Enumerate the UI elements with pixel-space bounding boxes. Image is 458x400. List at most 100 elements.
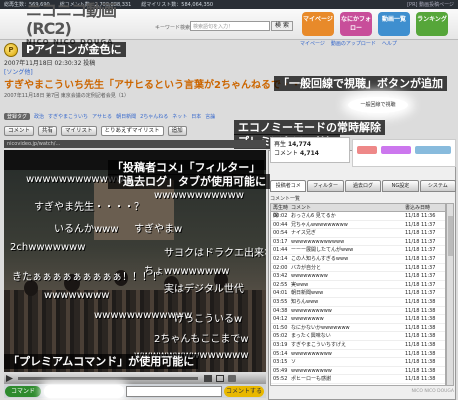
- tag-bar: 登録タグ 政治 すぎやまこういち アサヒる 朝日新聞 2ちゃんねる ネット 日本…: [4, 112, 215, 121]
- panel-tabs: 投稿者コメ フィルター 過去ログ NG設定 システム: [270, 180, 457, 192]
- table-row[interactable]: 00:44 兄ちゃんwwwwwwwww 11/18 11:37: [271, 221, 445, 230]
- views-row: 再生 14,774: [274, 139, 346, 148]
- command-button[interactable]: コマンド: [5, 386, 41, 397]
- table-row[interactable]: 01:50 なにかないかwwwwwww 11/18 11:38: [271, 324, 445, 333]
- table-row[interactable]: 02:00 バカが自分と 11/18 11:37: [271, 264, 445, 273]
- comment-input[interactable]: [126, 386, 222, 397]
- table-row[interactable]: 04:12 wwwwwwww 11/18 11:38: [271, 315, 445, 324]
- search-input[interactable]: 検索語句を入力！: [190, 21, 270, 31]
- panel-footer: NICO NICO DOUGA: [411, 389, 454, 394]
- table-row[interactable]: 05:14 wwwwwwwwww 11/18 11:38: [271, 350, 445, 359]
- general-line-button[interactable]: 一般回線で視聴: [348, 97, 408, 113]
- seek-bar[interactable]: [18, 377, 198, 380]
- top-right-link[interactable]: [PR] 動画投稿ページ: [407, 1, 454, 8]
- table-row[interactable]: 00:02 おっさん6 見てるか 11/18 11:36: [271, 212, 445, 221]
- row-comment: ーーー展開したてんがwww: [291, 247, 354, 254]
- header-comment[interactable]: コメント: [291, 204, 405, 211]
- row-date: 11/18 11:38: [405, 359, 436, 366]
- ad-banner[interactable]: [352, 139, 456, 167]
- share-button[interactable]: 共有: [38, 126, 58, 136]
- nav-videolist-button[interactable]: 動画一覧: [378, 12, 410, 36]
- comments-label: コメント: [274, 150, 299, 157]
- tag-item[interactable]: 言論: [205, 113, 215, 120]
- tag-item[interactable]: 政治: [34, 113, 44, 120]
- row-time: 05:14: [273, 350, 288, 357]
- comment-button[interactable]: コメント: [4, 126, 35, 136]
- table-row[interactable]: 05:49 wwwwwwwwww 11/18 11:38: [271, 367, 445, 376]
- header-sublinks: マイページ 動画のアップロード ヘルプ: [300, 40, 397, 47]
- tab-ng-settings[interactable]: NG設定: [382, 180, 419, 192]
- nav-videolist-label: 動画一覧: [381, 16, 406, 23]
- comment-table: 再生時間 コメント 書込み日時 00:02 おっさん6 見てるか 11/18 11:…: [270, 203, 446, 386]
- table-row[interactable]: 03:42 wwwwwwwww 11/18 11:37: [271, 272, 445, 281]
- table-header: 再生時間 コメント 書込み日時: [271, 204, 445, 219]
- settings-icon[interactable]: [228, 375, 236, 382]
- table-row[interactable]: 03:17 wwwwwwwwwwwww 11/18 11:37: [271, 238, 445, 247]
- table-row[interactable]: 05:52 ポヒーローも感謝 11/18 11:38: [271, 375, 445, 384]
- row-comment: wwwwwwwwww: [291, 307, 332, 314]
- scrollbar-thumb[interactable]: [448, 216, 453, 256]
- tag-edit-button[interactable]: 登録タグ: [4, 113, 31, 120]
- nav-mypage-button[interactable]: マイページ: [302, 12, 334, 36]
- player-url-bar: nicovideo.jp/watch/...: [4, 140, 266, 148]
- header-time[interactable]: 再生時間: [271, 204, 291, 219]
- nav-mypage-label: マイページ: [303, 16, 333, 23]
- play-counts: 再生 14,774 コメント 4,714: [270, 137, 350, 163]
- volume-icon[interactable]: [204, 375, 212, 382]
- views-label: 再生: [274, 141, 287, 148]
- overlay-comment: サヨクはドラクエ出来ない: [164, 248, 266, 259]
- sublink-upload[interactable]: 動画のアップロード: [331, 40, 376, 47]
- tab-system[interactable]: システム: [419, 180, 457, 192]
- tag-item[interactable]: 日本: [191, 113, 201, 120]
- row-time: 03:55: [273, 298, 288, 305]
- play-icon[interactable]: [6, 375, 13, 382]
- tab-filter[interactable]: フィルター: [307, 180, 344, 192]
- header-date[interactable]: 書込み日時: [405, 204, 445, 211]
- premium-command-input[interactable]: [44, 385, 124, 398]
- site-logo[interactable]: ニコニコ動画(RC2) NICO NICO DOUGA: [26, 2, 130, 47]
- tag-item[interactable]: ネット: [172, 113, 187, 120]
- tag-item[interactable]: アサヒる: [92, 113, 112, 120]
- tag-item[interactable]: すぎやまこういち: [48, 113, 88, 120]
- row-date: 11/18 11:37: [405, 281, 436, 288]
- nav-ranking-button[interactable]: ランキング: [416, 12, 448, 36]
- nav-follow-button[interactable]: なにかフォロー: [340, 12, 372, 36]
- sublink-help[interactable]: ヘルプ: [382, 40, 397, 47]
- row-comment: ソ: [291, 359, 297, 366]
- tag-item[interactable]: 2ちゃんねる: [140, 113, 168, 120]
- table-row[interactable]: 04:01 朝日新聞www 11/18 11:37: [271, 289, 445, 298]
- table-row[interactable]: 04:38 wwwwwwwwww 11/18 11:38: [271, 307, 445, 316]
- caption-economy-line1: エコノミーモードの常時解除: [234, 120, 385, 135]
- table-row[interactable]: 03:55 知らんwww 11/18 11:38: [271, 298, 445, 307]
- sublink-mypage[interactable]: マイページ: [300, 40, 325, 47]
- table-row[interactable]: 01:44 ーーー展開したてんがwww 11/18 11:37: [271, 246, 445, 255]
- row-time: 00:44: [273, 221, 288, 228]
- row-date: 11/18 11:38: [405, 367, 436, 374]
- row-time: 04:12: [273, 316, 288, 323]
- submit-comment-button[interactable]: コメントする: [224, 386, 264, 397]
- table-row[interactable]: 00:54 ナイス兄ぎ 11/18 11:37: [271, 229, 445, 238]
- comment-scrollbar[interactable]: [446, 203, 454, 386]
- fullscreen-icon[interactable]: [216, 375, 224, 382]
- row-date: 11/18 11:37: [405, 264, 436, 271]
- table-row[interactable]: 03:19 すぎやまこういちすげえ 11/18 11:38: [271, 341, 445, 350]
- mylist-button[interactable]: マイリスト: [61, 126, 97, 136]
- mylist-select[interactable]: とりあえずマイリスト: [100, 126, 164, 136]
- tag-item[interactable]: 朝日新聞: [116, 113, 136, 120]
- total-mylists-stat: 総マイリスト数：584,064,350: [141, 2, 214, 8]
- table-row[interactable]: 05:02 まったく興味ない 11/18 11:38: [271, 332, 445, 341]
- search-button[interactable]: 検 索: [271, 21, 293, 31]
- row-comment: すぎやまこういちすげえ: [291, 341, 347, 348]
- category-link[interactable]: [ソング他]: [4, 67, 304, 76]
- tab-past-log[interactable]: 過去ログ: [344, 180, 382, 192]
- row-date: 11/18 11:37: [405, 238, 436, 245]
- row-time: 05:02: [273, 333, 288, 340]
- row-date: 11/18 11:38: [405, 298, 436, 305]
- video-title[interactable]: すぎやまこういち先生「アサヒるという言葉が2ちゃんねるで・・・」: [4, 76, 304, 91]
- row-date: 11/18 11:38: [405, 350, 436, 357]
- tab-uploader-comment[interactable]: 投稿者コメ: [270, 180, 307, 192]
- table-row[interactable]: 02:14 この人知らんすぎるwww 11/18 11:37: [271, 255, 445, 264]
- table-row[interactable]: 02:55 実www 11/18 11:37: [271, 281, 445, 290]
- table-row[interactable]: 03:15 ソ 11/18 11:38: [271, 358, 445, 367]
- mylist-add-button[interactable]: 追加: [167, 126, 187, 136]
